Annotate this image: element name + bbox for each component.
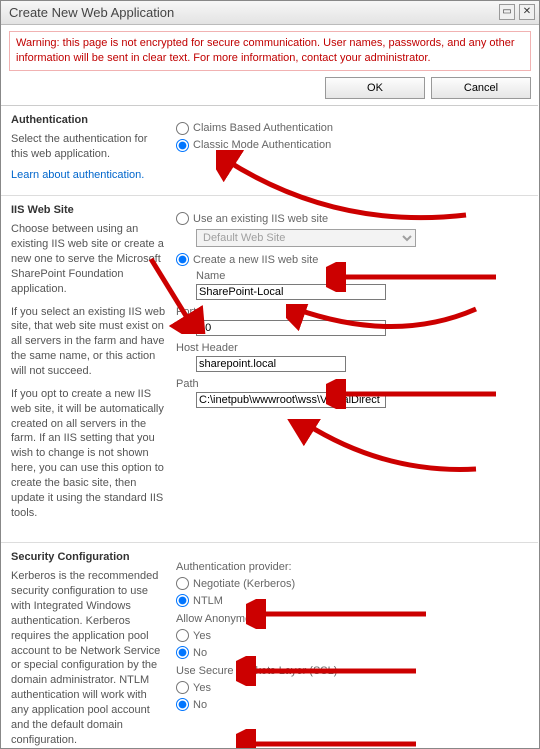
label-ntlm: NTLM: [193, 595, 223, 607]
iis-desc-3: If you opt to create a new IIS web site,…: [11, 387, 166, 521]
label-existing-iis: Use an existing IIS web site: [193, 213, 328, 225]
label-auth-provider: Authentication provider:: [176, 561, 528, 573]
radio-ssl-yes[interactable]: [176, 681, 189, 694]
label-ssl: Use Secure Sockets Layer (SSL): [176, 665, 528, 677]
label-path: Path: [176, 378, 528, 390]
maximize-icon[interactable]: ▭: [499, 4, 515, 20]
annotation-arrow: [276, 419, 486, 479]
radio-ntlm[interactable]: [176, 594, 189, 607]
radio-anon-yes[interactable]: [176, 629, 189, 642]
label-negotiate: Negotiate (Kerberos): [193, 578, 295, 590]
ok-button[interactable]: OK: [325, 77, 425, 99]
warning-banner: Warning: this page is not encrypted for …: [9, 31, 531, 71]
section-heading-authentication: Authentication: [11, 114, 166, 126]
section-heading-security: Security Configuration: [11, 551, 166, 563]
close-icon[interactable]: ✕: [519, 4, 535, 20]
label-ssl-yes: Yes: [193, 682, 211, 694]
radio-create-iis[interactable]: [176, 253, 189, 266]
cancel-button[interactable]: Cancel: [431, 77, 531, 99]
auth-desc: Select the authentication for this web a…: [11, 132, 166, 162]
input-path[interactable]: [196, 392, 386, 408]
section-heading-iis: IIS Web Site: [11, 204, 166, 216]
label-classic-auth: Classic Mode Authentication: [193, 139, 331, 151]
iis-desc-2: If you select an existing IIS web site, …: [11, 305, 166, 379]
radio-anon-no[interactable]: [176, 646, 189, 659]
label-allow-anon: Allow Anonymous: [176, 613, 528, 625]
dialog-titlebar: Create New Web Application ▭ ✕: [1, 1, 539, 25]
radio-existing-iis[interactable]: [176, 212, 189, 225]
radio-claims-auth[interactable]: [176, 122, 189, 135]
radio-classic-auth[interactable]: [176, 139, 189, 152]
input-name[interactable]: [196, 284, 386, 300]
select-existing-site[interactable]: Default Web Site: [196, 229, 416, 247]
radio-ssl-no[interactable]: [176, 698, 189, 711]
iis-desc-1: Choose between using an existing IIS web…: [11, 222, 166, 296]
label-create-iis: Create a new IIS web site: [193, 254, 318, 266]
form-scroll-area[interactable]: Authentication Select the authentication…: [1, 105, 538, 748]
label-hostheader: Host Header: [176, 342, 528, 354]
label-port: Port: [176, 306, 528, 318]
dialog-title: Create New Web Application: [9, 5, 174, 20]
label-claims-auth: Claims Based Authentication: [193, 122, 333, 134]
annotation-arrow: [236, 729, 426, 748]
label-anon-no: No: [193, 647, 207, 659]
learn-auth-link[interactable]: Learn about authentication.: [11, 169, 144, 181]
radio-negotiate[interactable]: [176, 577, 189, 590]
input-hostheader[interactable]: [196, 356, 346, 372]
label-ssl-no: No: [193, 699, 207, 711]
input-port[interactable]: [196, 320, 386, 336]
label-anon-yes: Yes: [193, 630, 211, 642]
label-name: Name: [196, 270, 528, 282]
security-desc-1: Kerberos is the recommended security con…: [11, 569, 166, 747]
